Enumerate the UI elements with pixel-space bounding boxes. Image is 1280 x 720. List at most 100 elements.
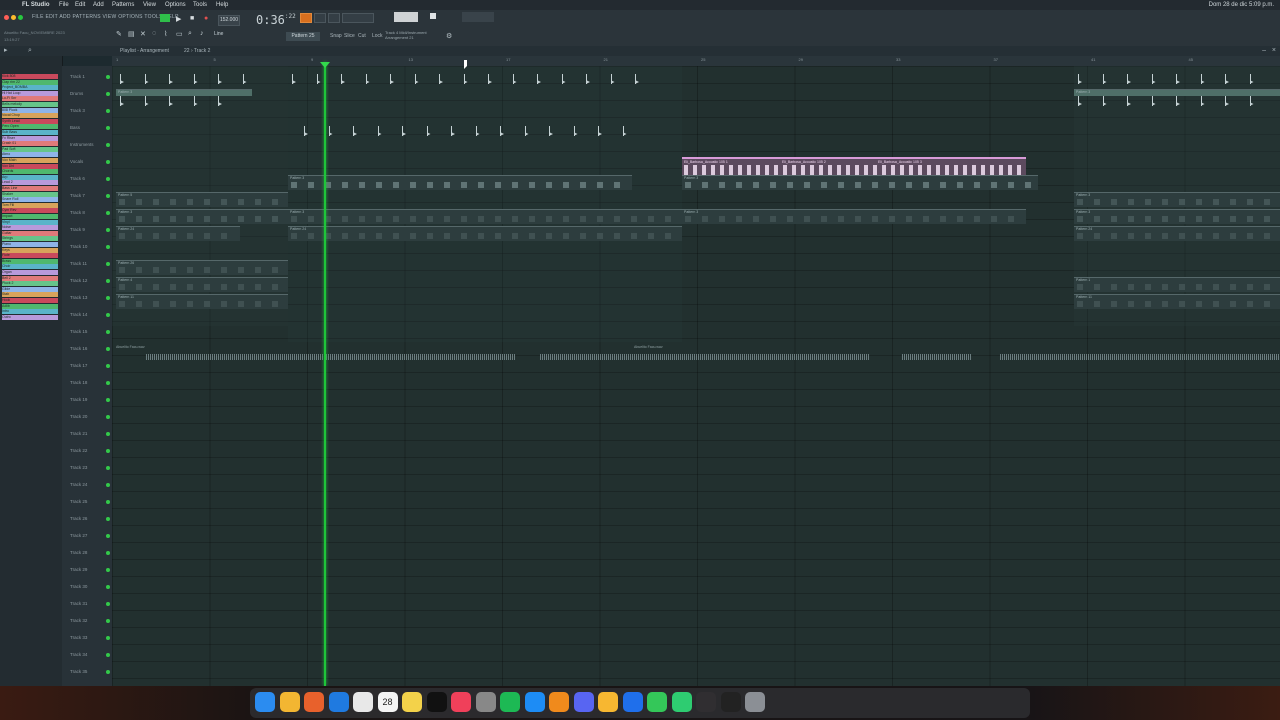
browser-item[interactable]: Hi Hat Loop bbox=[2, 90, 58, 96]
pattern-clip[interactable]: Pattern 4 bbox=[116, 277, 288, 292]
browser-item[interactable]: Guitar bbox=[2, 230, 58, 236]
pattern-clip[interactable]: Pattern 11 bbox=[1074, 294, 1280, 309]
pattern-clip[interactable]: Pattern 26 bbox=[116, 260, 288, 275]
ruler-bar-number[interactable]: 29 bbox=[799, 57, 803, 62]
playlist-breadcrumb[interactable]: 22 › Track 2 bbox=[184, 46, 210, 56]
song-position[interactable]: 0:36:22 bbox=[256, 13, 296, 27]
track-mute-led[interactable] bbox=[106, 279, 110, 283]
track-mute-led[interactable] bbox=[106, 415, 110, 419]
track-mute-led[interactable] bbox=[106, 517, 110, 521]
select-tool-icon[interactable]: ▭ bbox=[176, 30, 183, 38]
pattern-clip[interactable]: Pattern 11 bbox=[116, 294, 288, 309]
track-label[interactable]: Instruments bbox=[70, 142, 94, 147]
pattern-clip[interactable]: Pattern 3 bbox=[1074, 192, 1280, 207]
zoom-window-button[interactable] bbox=[18, 15, 23, 20]
track-mute-led[interactable] bbox=[106, 534, 110, 538]
browser-item[interactable]: Tom Fill bbox=[2, 202, 58, 208]
browser-item[interactable]: Lo-Fi Snr bbox=[2, 96, 58, 102]
browser-item[interactable]: Intro bbox=[2, 309, 58, 315]
fl-studio-icon[interactable] bbox=[549, 692, 569, 712]
pattern-clip[interactable]: Pattern 3 bbox=[116, 209, 288, 224]
ruler-bar-number[interactable]: 37 bbox=[994, 57, 998, 62]
browser-item[interactable]: Vox Main bbox=[2, 158, 58, 163]
browser-item[interactable]: Project_BOMBA bbox=[2, 85, 58, 91]
track-mute-led[interactable] bbox=[106, 109, 110, 113]
browser-item[interactable]: Bass Line bbox=[2, 186, 58, 191]
minimize-window-button[interactable] bbox=[11, 15, 16, 20]
metronome-button[interactable] bbox=[300, 13, 312, 23]
browser-item[interactable]: Snare Roll bbox=[2, 197, 58, 203]
ruler-bar-number[interactable]: 17 bbox=[506, 57, 510, 62]
notes-icon[interactable] bbox=[402, 692, 422, 712]
browser-item[interactable]: Kick 808 bbox=[2, 74, 58, 79]
browser-item[interactable]: Keys bbox=[2, 247, 58, 253]
browser-item[interactable]: Flute bbox=[2, 253, 58, 259]
browser-item[interactable]: Crash 01 bbox=[2, 141, 58, 147]
calendar-icon[interactable]: 28 bbox=[377, 692, 398, 712]
track-mute-led[interactable] bbox=[106, 602, 110, 606]
track-mute-led[interactable] bbox=[106, 92, 110, 96]
pattern-clip[interactable]: Pattern 24 bbox=[116, 226, 240, 241]
track-label[interactable]: Track 35 bbox=[70, 669, 87, 674]
browser-item[interactable]: Impact bbox=[2, 214, 58, 219]
track-label[interactable]: Track 10 bbox=[70, 244, 87, 249]
pattern-clip[interactable]: Pattern 3 bbox=[682, 209, 1026, 224]
track-label[interactable]: Track 11 bbox=[70, 261, 87, 266]
track-mute-led[interactable] bbox=[106, 483, 110, 487]
track-mute-led[interactable] bbox=[106, 245, 110, 249]
track-mute-led[interactable] bbox=[106, 381, 110, 385]
track-label[interactable]: Track 7 bbox=[70, 193, 85, 198]
track-mute-led[interactable] bbox=[106, 347, 110, 351]
pattern-clip[interactable]: Pattern 3 bbox=[682, 175, 1038, 190]
track-mute-led[interactable] bbox=[106, 262, 110, 266]
browser-item[interactable]: Strings bbox=[2, 236, 58, 242]
browser-item[interactable]: Outro bbox=[2, 314, 58, 320]
ruler-bar-number[interactable]: 45 bbox=[1189, 57, 1193, 62]
track-mute-led[interactable] bbox=[106, 500, 110, 504]
close-icon[interactable]: × bbox=[1272, 46, 1276, 56]
track-label[interactable]: Track 20 bbox=[70, 414, 87, 419]
browser-item[interactable]: Choir bbox=[2, 264, 58, 270]
pattern-clip[interactable]: Pattern 3 bbox=[288, 175, 632, 190]
obs-icon[interactable] bbox=[696, 692, 716, 712]
wait-input-button[interactable] bbox=[314, 13, 326, 23]
pattern-clip[interactable]: Pattern 24 bbox=[288, 226, 682, 241]
browser-item[interactable]: Vocal Chop bbox=[2, 113, 58, 119]
track-mute-led[interactable] bbox=[106, 313, 110, 317]
track-mute-led[interactable] bbox=[106, 296, 110, 300]
tool-label-lock[interactable]: Lock bbox=[372, 33, 383, 39]
track-label[interactable]: Track 33 bbox=[70, 635, 87, 640]
track-label[interactable]: Track 9 bbox=[70, 227, 85, 232]
firefox-icon[interactable] bbox=[304, 692, 324, 712]
menubar-add[interactable]: Add bbox=[93, 0, 104, 10]
track-mute-led[interactable] bbox=[106, 670, 110, 674]
mute-tool-icon[interactable]: ◌ bbox=[152, 30, 156, 37]
pattern-selector[interactable]: Pattern 25 bbox=[286, 32, 320, 41]
menubar-file[interactable]: File bbox=[59, 0, 69, 10]
ruler-bar-number[interactable]: 41 bbox=[1091, 57, 1095, 62]
drum-clip-row1-c[interactable] bbox=[1074, 72, 1280, 88]
track-mute-led[interactable] bbox=[106, 636, 110, 640]
spotify-icon[interactable] bbox=[500, 692, 520, 712]
track-label[interactable]: Track 16 bbox=[70, 346, 87, 351]
browser-item[interactable]: Lead 2 bbox=[2, 180, 58, 186]
track-mute-led[interactable] bbox=[106, 568, 110, 572]
snap-line-label[interactable]: Line bbox=[214, 31, 223, 37]
track-label[interactable]: Bass bbox=[70, 125, 80, 130]
stop-icon[interactable]: ■ bbox=[190, 15, 194, 22]
ruler-bar-number[interactable]: 9 bbox=[311, 57, 313, 62]
browser-item[interactable]: Noise bbox=[2, 225, 58, 231]
track-label[interactable]: Track 29 bbox=[70, 567, 87, 572]
app-store-icon[interactable] bbox=[524, 692, 545, 712]
tv-icon[interactable] bbox=[426, 692, 447, 712]
minimize-icon[interactable]: – bbox=[1262, 46, 1266, 56]
browser-item[interactable]: Vox Dbl bbox=[2, 163, 58, 169]
browser-item[interactable]: Bells melody bbox=[2, 102, 58, 107]
track-mute-led[interactable] bbox=[106, 449, 110, 453]
menubar-help[interactable]: Help bbox=[216, 0, 228, 10]
playhead[interactable] bbox=[324, 62, 326, 686]
safari-icon[interactable] bbox=[328, 692, 349, 712]
drum-clip-row3[interactable] bbox=[300, 124, 640, 140]
settings-icon[interactable] bbox=[475, 692, 496, 712]
tool-label-slice[interactable]: Slice bbox=[344, 33, 355, 39]
